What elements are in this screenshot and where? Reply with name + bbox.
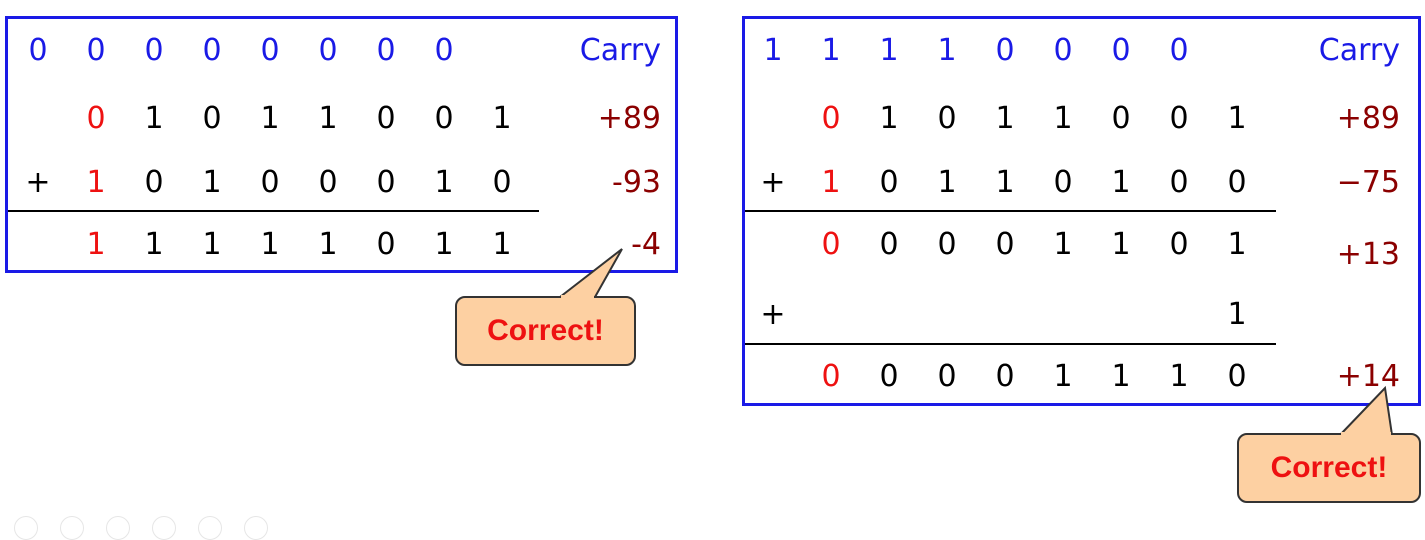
operand-bit: 0: [1227, 165, 1247, 200]
sign-bit: 1: [86, 227, 106, 262]
faint-nav-dot: [152, 516, 176, 540]
operand-bit: 1: [1227, 101, 1247, 136]
operand-bit: 0: [1169, 165, 1189, 200]
left-addition-panel: 0 0 0 0 0 0 0 0 Carry 0 1 0 1 1 0 0 1 +8…: [5, 16, 678, 273]
operand-bit: 1: [1053, 101, 1073, 136]
carry-bit: 0: [28, 33, 48, 68]
sign-bit: 0: [821, 101, 841, 136]
intermediate-bit: 1: [1111, 227, 1131, 262]
operand-bit: 0: [318, 165, 338, 200]
result-bit: 1: [1053, 359, 1073, 394]
plus-operator: +: [760, 297, 786, 332]
callout-pointer-left-cover: [561, 295, 594, 300]
carry-bit: 0: [434, 33, 454, 68]
result-bit: 1: [1111, 359, 1131, 394]
sign-bit: 0: [821, 227, 841, 262]
operand-bit: 1: [434, 165, 454, 200]
carry-label: Carry: [579, 33, 661, 68]
operand-bit: 0: [1111, 101, 1131, 136]
sum-line: [745, 343, 1276, 345]
carry-bit: 0: [376, 33, 396, 68]
sign-bit: 1: [86, 165, 106, 200]
faint-nav-dot: [244, 516, 268, 540]
operand-a-decimal: +89: [597, 101, 661, 136]
operand-b-decimal: -93: [612, 165, 661, 200]
plus-operator: +: [760, 165, 786, 200]
result-bit: 1: [260, 227, 280, 262]
result-bit: 1: [144, 227, 164, 262]
carry-bit: 1: [937, 33, 957, 68]
operand-bit: 0: [1169, 101, 1189, 136]
sign-bit: 0: [821, 359, 841, 394]
right-addition-panel: 1 1 1 1 0 0 0 0 Carry 0 1 0 1 1 0 0 1 +8…: [742, 16, 1421, 406]
operand-bit: 1: [1111, 165, 1131, 200]
intermediate-bit: 1: [1053, 227, 1073, 262]
operand-bit: 1: [260, 101, 280, 136]
operand-bit: 0: [879, 165, 899, 200]
operand-b-decimal: −75: [1336, 165, 1400, 200]
carry-bit: 1: [763, 33, 783, 68]
carry-bit: 0: [995, 33, 1015, 68]
result-bit: 0: [879, 359, 899, 394]
faint-nav-dot: [60, 516, 84, 540]
result-bit: 1: [318, 227, 338, 262]
carry-bit: 0: [318, 33, 338, 68]
operand-bit: 1: [995, 165, 1015, 200]
carry-label: Carry: [1318, 33, 1400, 68]
result-bit: 1: [202, 227, 222, 262]
operand-bit: 0: [202, 101, 222, 136]
faint-nav-dot: [14, 516, 38, 540]
operand-bit: 0: [1053, 165, 1073, 200]
operand-bit: 1: [995, 101, 1015, 136]
operand-bit: 0: [434, 101, 454, 136]
intermediate-bit: 0: [1169, 227, 1189, 262]
carry-bit: 0: [1053, 33, 1073, 68]
faint-nav-dot: [198, 516, 222, 540]
faint-nav-dot: [106, 516, 130, 540]
intermediate-bit: 0: [937, 227, 957, 262]
operand-a-decimal: +89: [1336, 101, 1400, 136]
callout-pointer-right-cover: [1341, 432, 1391, 437]
intermediate-decimal: +13: [1336, 237, 1400, 272]
intermediate-bit: 0: [879, 227, 899, 262]
intermediate-bit: 1: [1227, 227, 1247, 262]
result-bit: 0: [376, 227, 396, 262]
plus-operator: +: [25, 165, 51, 200]
sign-bit: 1: [821, 165, 841, 200]
carry-bit: 0: [86, 33, 106, 68]
result-bit: 0: [995, 359, 1015, 394]
operand-bit: 1: [879, 101, 899, 136]
operand-bit: 0: [376, 101, 396, 136]
end-around-carry-bit: 1: [1227, 297, 1247, 332]
sum-line: [8, 210, 539, 212]
intermediate-bit: 0: [995, 227, 1015, 262]
operand-bit: 1: [202, 165, 222, 200]
result-bit: 1: [1169, 359, 1189, 394]
operand-bit: 0: [144, 165, 164, 200]
sum-line: [745, 210, 1276, 212]
carry-bit: 0: [260, 33, 280, 68]
operand-bit: 0: [492, 165, 512, 200]
carry-bit: 1: [879, 33, 899, 68]
carry-bit: 0: [144, 33, 164, 68]
carry-bit: 0: [1111, 33, 1131, 68]
operand-bit: 0: [937, 101, 957, 136]
carry-bit: 1: [821, 33, 841, 68]
operand-bit: 0: [260, 165, 280, 200]
operand-bit: 1: [144, 101, 164, 136]
operand-bit: 1: [937, 165, 957, 200]
carry-bit: 0: [202, 33, 222, 68]
result-bit: 0: [937, 359, 957, 394]
operand-bit: 1: [492, 101, 512, 136]
carry-bit: 0: [1169, 33, 1189, 68]
sign-bit: 0: [86, 101, 106, 136]
operand-bit: 1: [318, 101, 338, 136]
operand-bit: 0: [376, 165, 396, 200]
